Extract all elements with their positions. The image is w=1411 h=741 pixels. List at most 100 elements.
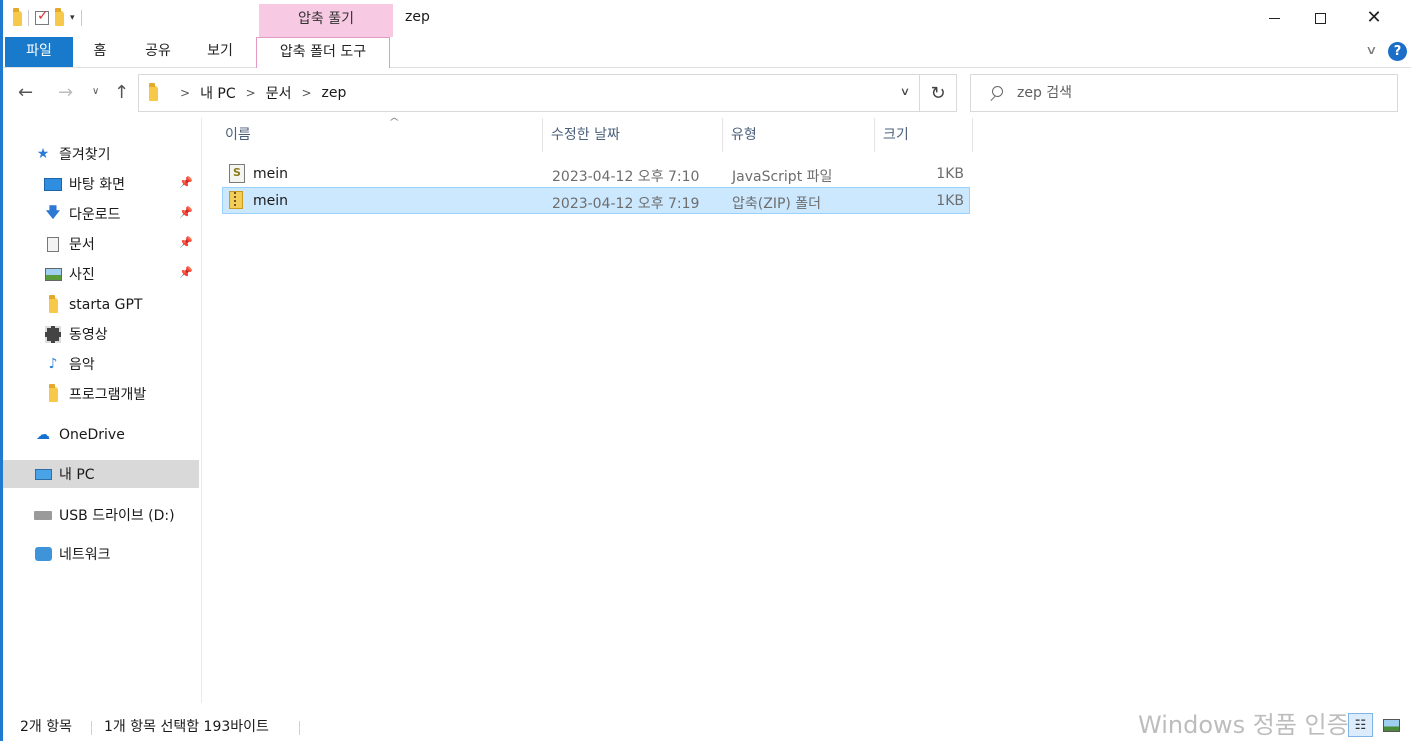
tab-view[interactable]: 보기 xyxy=(196,37,244,67)
music-icon: ♪ xyxy=(48,356,58,372)
document-icon-wrap xyxy=(43,236,63,252)
sidebar-item-music[interactable]: ♪ 음악 xyxy=(3,350,199,378)
file-size: 1KB xyxy=(936,166,964,182)
zip-folder-icon-wrap xyxy=(229,191,243,213)
file-name: mein xyxy=(253,193,289,209)
breadcrumb-documents[interactable]: 문서 xyxy=(266,83,292,103)
pin-icon[interactable]: 📌 xyxy=(179,236,193,249)
tab-file[interactable]: 파일 xyxy=(5,37,73,67)
sidebar-item-label: starta GPT xyxy=(69,297,143,313)
star-icon: ★ xyxy=(36,146,50,162)
search-icon xyxy=(989,86,1003,100)
breadcrumb-this-pc[interactable]: 내 PC xyxy=(200,83,236,103)
quick-access-toolbar: ▾ xyxy=(13,7,82,28)
title-bar: ▾ 압축 풀기 zep ✕ xyxy=(3,0,1411,37)
refresh-button[interactable]: ↻ xyxy=(920,74,957,112)
sidebar-item-pictures[interactable]: 사진 📌 xyxy=(3,260,199,288)
document-icon xyxy=(47,236,59,252)
computer-icon-wrap xyxy=(33,468,53,480)
sidebar-item-starta-gpt[interactable]: starta GPT xyxy=(3,291,199,319)
usb-drive-icon-wrap xyxy=(33,510,53,520)
up-button[interactable]: ↑ xyxy=(114,82,129,103)
table-row[interactable]: mein 2023-04-12 오후 7:10 JavaScript 파일 1K… xyxy=(222,160,970,187)
address-dropdown-icon[interactable]: ∨ xyxy=(900,85,910,98)
file-date: 2023-04-12 오후 7:10 xyxy=(552,169,700,185)
maximize-icon xyxy=(1314,12,1326,24)
sidebar-item-downloads[interactable]: 🡇 다운로드 📌 xyxy=(3,200,199,228)
help-icon[interactable]: ? xyxy=(1388,42,1407,61)
sidebar-item-this-pc[interactable]: 내 PC xyxy=(3,460,199,488)
extract-tool-header: 압축 풀기 xyxy=(259,4,393,37)
folder-icon xyxy=(48,294,58,313)
tab-compressed-folder-tools[interactable]: 압축 폴더 도구 xyxy=(256,37,390,68)
close-icon: ✕ xyxy=(1366,7,1382,28)
recent-locations-button[interactable]: ∨ xyxy=(92,86,99,97)
sidebar-item-usb-drive[interactable]: USB 드라이브 (D:) xyxy=(3,501,199,529)
column-header-label: 이름 xyxy=(225,127,251,143)
sidebar-item-label: USB 드라이브 (D:) xyxy=(59,508,175,524)
column-header-type[interactable]: 유형 xyxy=(723,118,875,152)
new-folder-icon[interactable] xyxy=(55,7,64,26)
sidebar-item-label: 즐겨찾기 xyxy=(59,147,111,163)
ribbon-expand-icon[interactable]: ∨ xyxy=(1365,43,1377,57)
back-button[interactable]: ← xyxy=(18,82,33,103)
address-bar[interactable]: > 내 PC > 문서 > zep ∨ xyxy=(138,74,920,112)
sidebar-item-network[interactable]: 네트워크 xyxy=(3,540,199,568)
file-date: 2023-04-12 오후 7:19 xyxy=(552,196,700,212)
item-count: 2개 항목 xyxy=(20,719,72,735)
file-list: 이름 ^ 수정한 날짜 유형 크기 mein 2023-04-12 오후 7:1… xyxy=(203,117,1411,703)
file-type: 압축(ZIP) 폴더 xyxy=(732,196,822,212)
table-row[interactable]: mein 2023-04-12 오후 7:19 압축(ZIP) 폴더 1KB xyxy=(222,187,970,214)
cloud-icon: ☁ xyxy=(36,427,50,443)
breadcrumb-zep[interactable]: zep xyxy=(322,85,347,101)
search-input[interactable] xyxy=(1017,85,1377,101)
status-separator xyxy=(299,721,300,735)
sidebar-item-favorites[interactable]: ★ 즐겨찾기 xyxy=(3,140,199,168)
sidebar-item-label: 음악 xyxy=(69,357,95,373)
pin-icon[interactable]: 📌 xyxy=(179,266,193,279)
file-name: mein xyxy=(253,166,289,182)
sidebar-item-documents[interactable]: 문서 📌 xyxy=(3,230,199,258)
qat-dropdown-icon[interactable]: ▾ xyxy=(70,13,75,23)
maximize-button[interactable] xyxy=(1297,0,1343,36)
large-icons-view-button[interactable] xyxy=(1380,713,1402,737)
navigation-pane: ★ 즐겨찾기 바탕 화면 📌 🡇 다운로드 📌 문서 📌 사진 📌 starta… xyxy=(3,118,202,703)
close-button[interactable]: ✕ xyxy=(1351,0,1397,36)
forward-button[interactable]: → xyxy=(58,82,73,103)
qat-separator xyxy=(80,10,82,26)
network-icon xyxy=(34,547,52,561)
breadcrumb-separator[interactable]: > xyxy=(246,86,256,100)
large-icons-view-icon xyxy=(1382,718,1400,732)
details-view-button[interactable]: ☷ xyxy=(1348,713,1373,737)
tab-share[interactable]: 공유 xyxy=(133,37,183,67)
column-header-name[interactable]: 이름 ^ xyxy=(217,117,543,152)
zip-folder-icon xyxy=(229,191,243,209)
tab-home[interactable]: 홈 xyxy=(80,37,120,67)
sort-ascending-icon: ^ xyxy=(388,117,401,128)
computer-icon xyxy=(34,468,52,480)
window-title: zep xyxy=(405,9,430,25)
column-header-date[interactable]: 수정한 날짜 xyxy=(543,118,723,152)
sidebar-item-program-dev[interactable]: 프로그램개발 xyxy=(3,380,199,408)
folder-icon-wrap xyxy=(43,383,63,402)
folder-icon-wrap xyxy=(43,294,63,313)
pin-icon[interactable]: 📌 xyxy=(179,206,193,219)
js-file-icon-wrap xyxy=(229,164,245,187)
pin-icon[interactable]: 📌 xyxy=(179,176,193,189)
sidebar-item-desktop[interactable]: 바탕 화면 📌 xyxy=(3,170,199,198)
search-box[interactable] xyxy=(970,74,1398,112)
sidebar-item-label: 네트워크 xyxy=(59,547,111,563)
minimize-button[interactable] xyxy=(1251,0,1297,36)
sidebar-item-onedrive[interactable]: ☁ OneDrive xyxy=(3,421,199,449)
activation-watermark: Windows 정품 인증 xyxy=(1138,711,1349,739)
videos-icon xyxy=(45,325,61,343)
details-view-icon: ☷ xyxy=(1354,717,1367,733)
column-header-size[interactable]: 크기 xyxy=(875,118,973,152)
sidebar-item-videos[interactable]: 동영상 xyxy=(3,320,199,348)
breadcrumb-separator[interactable]: > xyxy=(301,86,311,100)
properties-icon[interactable] xyxy=(35,8,49,25)
videos-icon-wrap xyxy=(43,325,63,343)
breadcrumb-separator[interactable]: > xyxy=(180,86,190,100)
pictures-icon xyxy=(44,267,62,281)
qat-separator xyxy=(28,10,29,26)
